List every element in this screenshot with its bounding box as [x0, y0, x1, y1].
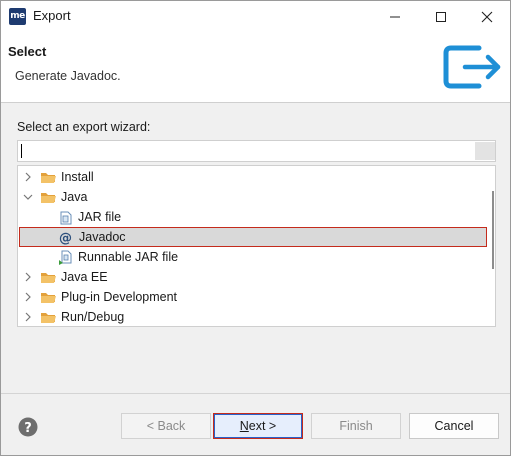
tree-item-java[interactable]: Java [18, 187, 488, 207]
tree-item-label: Java EE [61, 270, 108, 284]
minimize-icon [390, 16, 400, 18]
finish-button[interactable]: Finish [311, 413, 401, 439]
footer-separator [1, 393, 510, 394]
wizard-label: Select an export wizard: [17, 120, 151, 134]
tree-item-java-ee[interactable]: Java EE [18, 267, 488, 287]
tree-item-run-debug[interactable]: Run/Debug [18, 307, 488, 326]
folder-icon [41, 293, 56, 303]
wizard-tree[interactable]: Install Java JAR file @ Javadoc Runnable… [17, 165, 496, 327]
tree-item-label: JAR file [78, 210, 122, 224]
tree-item-plugin-development[interactable]: Plug-in Development [18, 287, 488, 307]
folder-icon [41, 313, 56, 323]
maximize-button[interactable] [418, 1, 464, 32]
text-caret [21, 144, 22, 158]
tree-item-runnable-jar[interactable]: Runnable JAR file [18, 247, 488, 267]
svg-text:@: @ [59, 231, 72, 245]
svg-text:?: ? [24, 421, 32, 436]
maximize-icon [436, 12, 446, 22]
cancel-button[interactable]: Cancel [409, 413, 499, 439]
filter-input[interactable] [17, 140, 496, 162]
tree-scrollbar[interactable] [492, 191, 494, 269]
title-bar[interactable]: me Export [1, 1, 510, 32]
tree-item-label: Runnable JAR file [78, 250, 179, 264]
next-button[interactable]: Next > [213, 413, 303, 439]
close-icon [481, 11, 493, 23]
page-title: Select [8, 44, 47, 59]
folder-icon [41, 173, 56, 183]
next-label-rest: ext > [248, 419, 277, 433]
help-icon[interactable]: ? [18, 417, 38, 437]
back-button[interactable]: < Back [121, 413, 211, 439]
chevron-right-icon[interactable] [23, 292, 33, 302]
chevron-right-icon[interactable] [23, 172, 33, 182]
folder-icon [41, 273, 56, 283]
window-title: Export [33, 8, 71, 23]
page-description: Generate Javadoc. [15, 69, 121, 83]
tree-item-javadoc[interactable]: @ Javadoc [19, 227, 487, 247]
chevron-right-icon[interactable] [23, 272, 33, 282]
tree-item-label: Install [61, 170, 94, 184]
close-button[interactable] [464, 1, 510, 32]
wizard-header: Select Generate Javadoc. [1, 32, 510, 102]
chevron-down-icon[interactable] [23, 192, 33, 202]
clear-filter-button[interactable] [475, 142, 495, 160]
javadoc-icon: @ [59, 231, 72, 245]
export-dialog: me Export Select Generate Javadoc. Selec… [0, 0, 511, 456]
app-icon: me [9, 8, 26, 25]
chevron-right-icon[interactable] [23, 312, 33, 322]
tree-item-label: Run/Debug [61, 310, 125, 324]
folder-open-icon [41, 193, 56, 203]
export-icon [443, 45, 501, 89]
tree-item-label: Java [61, 190, 88, 204]
next-mnemonic: N [239, 419, 249, 433]
header-separator [1, 102, 510, 103]
tree-item-label: Javadoc [79, 230, 126, 244]
minimize-button[interactable] [372, 1, 418, 32]
runnable-jar-icon [59, 250, 72, 265]
tree-item-install[interactable]: Install [18, 167, 488, 187]
jar-file-icon [60, 211, 72, 225]
tree-item-jar-file[interactable]: JAR file [18, 207, 488, 227]
tree-item-label: Plug-in Development [61, 290, 178, 304]
